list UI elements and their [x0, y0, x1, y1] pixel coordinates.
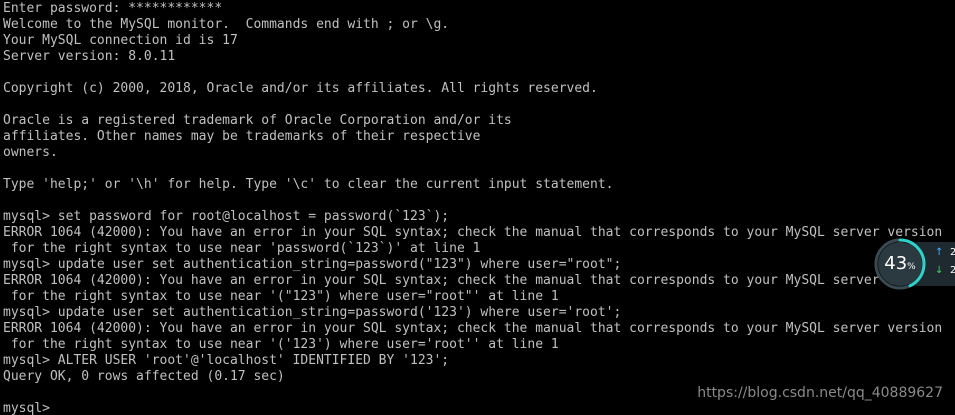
console-line: for the right syntax to use near 'passwo… [3, 241, 481, 256]
upload-speed-value: 2 [950, 247, 955, 258]
console-line: affiliates. Other names may be trademark… [3, 129, 481, 144]
console-line: Type 'help;' or '\h' for help. Type '\c'… [3, 177, 614, 192]
download-arrow-icon: ↓ [935, 265, 944, 276]
console-line: mysql> update user set authentication_st… [3, 305, 622, 320]
terminal-window[interactable]: Enter password: ************ Welcome to t… [0, 0, 955, 415]
console-line: Enter password: ************ [3, 1, 223, 16]
console-line: mysql> set password for root@localhost =… [3, 209, 450, 224]
console-line: Query OK, 0 rows affected (0.17 sec) [3, 369, 285, 384]
console-line: mysql> update user set authentication_st… [3, 257, 622, 272]
speed-percent-unit: % [907, 262, 916, 272]
console-line: Welcome to the MySQL monitor. Commands e… [3, 17, 450, 32]
console-line: ERROR 1064 (42000): You have an error in… [3, 273, 943, 288]
console-line: ERROR 1064 (42000): You have an error in… [3, 225, 943, 240]
console-line: for the right syntax to use near '('123'… [3, 337, 559, 352]
console-line: for the right syntax to use near '("123"… [3, 289, 559, 304]
speed-percent-value: 43 [884, 253, 908, 274]
download-speed-value: 2 [950, 265, 955, 276]
console-line: Copyright (c) 2000, 2018, Oracle and/or … [3, 81, 598, 96]
network-speed-widget[interactable]: 43% ↑ 2 ↓ 2 [872, 236, 955, 292]
console-line: ERROR 1064 (42000): You have an error in… [3, 321, 943, 336]
console-output: Enter password: ************ Welcome to t… [3, 1, 942, 415]
watermark-text: https://blog.csdn.net/qq_40889627 [697, 385, 943, 401]
console-line: mysql> [3, 401, 50, 415]
console-line: owners. [3, 145, 58, 160]
console-line: Your MySQL connection id is 17 [3, 33, 238, 48]
speed-percent-readout: 43% [878, 242, 922, 286]
console-line: mysql> ALTER USER 'root'@'localhost' IDE… [3, 353, 450, 368]
console-line: Oracle is a registered trademark of Orac… [3, 113, 512, 128]
upload-arrow-icon: ↑ [935, 247, 944, 258]
console-line: Server version: 8.0.11 [3, 49, 176, 64]
